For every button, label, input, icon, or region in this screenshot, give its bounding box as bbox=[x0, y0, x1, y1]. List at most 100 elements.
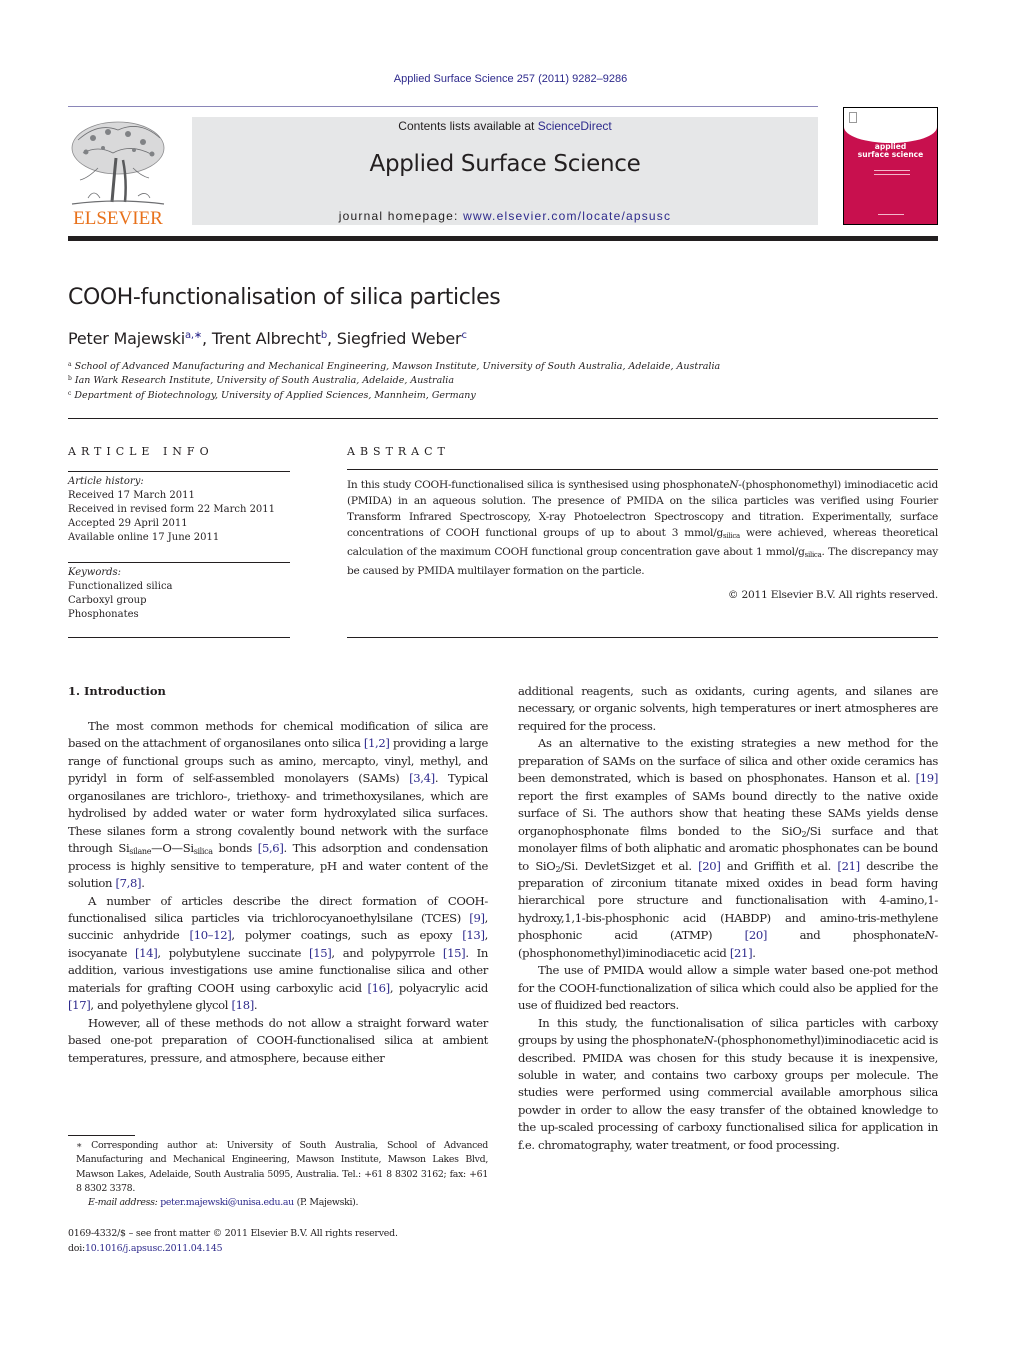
paragraph: The use of PMIDA would allow a simple wa… bbox=[518, 963, 938, 1013]
body-column-left: The most common methods for chemical mod… bbox=[68, 718, 488, 1067]
affiliation-text: School of Advanced Manufacturing and Mec… bbox=[74, 361, 721, 372]
reference-link[interactable]: [15] bbox=[309, 946, 332, 960]
text: A number of articles describe the direct… bbox=[68, 893, 488, 925]
issn-line: 0169-4332/$ – see front matter © 2011 El… bbox=[68, 1228, 398, 1239]
sciencedirect-link[interactable]: ScienceDirect bbox=[538, 119, 612, 133]
journal-homepage-link[interactable]: www.elsevier.com/locate/apsusc bbox=[463, 209, 671, 223]
history-revised: Received in revised form 22 March 2011 bbox=[68, 504, 276, 515]
masthead-bottom-rule bbox=[68, 236, 938, 241]
homepage-prefix: journal homepage: bbox=[338, 209, 464, 223]
author-affiliation-mark[interactable]: c bbox=[461, 330, 467, 341]
email-suffix: (P. Majewski). bbox=[293, 1197, 359, 1209]
article-info-rule bbox=[68, 637, 290, 638]
text: , polymer coatings, such as epoxy bbox=[231, 928, 463, 943]
affiliation-text: Ian Wark Research Institute, University … bbox=[74, 375, 454, 386]
reference-link[interactable]: [10–12] bbox=[190, 928, 232, 942]
affiliation-text: Department of Biotechnology, University … bbox=[74, 390, 476, 401]
reference-link[interactable]: [16] bbox=[367, 981, 390, 995]
body-column-right: additional reagents, such as oxidants, c… bbox=[518, 683, 938, 1154]
footnote-rule bbox=[68, 1135, 135, 1136]
journal-cover-thumbnail[interactable]: applied surface science bbox=[843, 107, 938, 225]
article-history-label: Article history: bbox=[68, 476, 144, 487]
text: . bbox=[752, 945, 756, 960]
cover-fine-text bbox=[878, 214, 904, 215]
affiliation: a School of Advanced Manufacturing and M… bbox=[68, 361, 720, 372]
text: bonds bbox=[212, 841, 258, 856]
reference-link[interactable]: [5,6] bbox=[258, 841, 284, 855]
reference-link[interactable]: [3,4] bbox=[409, 771, 435, 785]
author-name[interactable]: Trent Albrecht bbox=[212, 329, 321, 348]
doi-prefix: doi: bbox=[68, 1243, 86, 1254]
keyword: Carboxyl group bbox=[68, 595, 147, 606]
text: , polyacrylic acid bbox=[389, 980, 489, 995]
article-info-heading: ARTICLE INFO bbox=[68, 445, 214, 458]
affiliation-mark: b bbox=[68, 375, 72, 382]
subscript: silane bbox=[129, 847, 152, 857]
text: , and polypyrrole bbox=[331, 945, 443, 960]
doi-link[interactable]: 10.1016/j.apsusc.2011.04.145 bbox=[85, 1243, 223, 1254]
elsevier-tree-icon bbox=[71, 121, 165, 205]
article-title: COOH-functionalisation of silica particl… bbox=[68, 285, 501, 310]
elsevier-logo[interactable]: ELSEVIER bbox=[68, 118, 168, 230]
journal-masthead: Contents lists available at ScienceDirec… bbox=[192, 117, 818, 225]
paragraph: A number of articles describe the direct… bbox=[68, 893, 488, 1015]
keyword: Functionalized silica bbox=[68, 581, 173, 592]
front-matter-notice: 0169-4332/$ – see front matter © 2011 El… bbox=[68, 1226, 398, 1256]
affiliation-mark: c bbox=[68, 390, 72, 397]
text: . bbox=[141, 876, 145, 891]
author-affiliation-mark[interactable]: a,∗ bbox=[185, 330, 202, 341]
history-online: Available online 17 June 2011 bbox=[68, 532, 220, 543]
paragraph: In this study, the functionalisation of … bbox=[518, 1015, 938, 1155]
author-name[interactable]: Siegfried Weber bbox=[337, 329, 462, 348]
reference-link[interactable]: [18] bbox=[232, 998, 255, 1012]
reference-link[interactable]: [9] bbox=[469, 911, 485, 925]
reference-link[interactable]: [20] bbox=[745, 928, 768, 942]
keywords-label: Keywords: bbox=[68, 567, 122, 578]
corresponding-author-note: ∗ Corresponding author at: University of… bbox=[76, 1140, 488, 1194]
abstract-subscript: silica bbox=[804, 551, 822, 559]
reference-link[interactable]: [14] bbox=[135, 946, 158, 960]
cover-title-line2: surface science bbox=[857, 150, 924, 159]
doi-line: doi:10.1016/j.apsusc.2011.04.145 bbox=[68, 1241, 398, 1256]
reference-link[interactable]: [21] bbox=[730, 946, 753, 960]
reference-link[interactable]: [13] bbox=[462, 928, 485, 942]
cover-fine-text bbox=[874, 170, 910, 171]
reference-link[interactable]: [7,8] bbox=[115, 876, 141, 890]
abstract-heading: ABSTRACT bbox=[347, 445, 450, 458]
reference-link[interactable]: [15] bbox=[443, 946, 466, 960]
reference-link[interactable]: [19] bbox=[916, 771, 939, 785]
email-link[interactable]: peter.majewski@unisa.edu.au bbox=[160, 1197, 294, 1208]
email-label: E-mail address: bbox=[88, 1197, 161, 1209]
abstract-copyright: © 2011 Elsevier B.V. All rights reserved… bbox=[727, 589, 938, 601]
article-info-rule bbox=[68, 562, 290, 563]
keyword: Phosphonates bbox=[68, 609, 139, 620]
reference-link[interactable]: [1,2] bbox=[364, 736, 390, 750]
text: , polybutylene succinate bbox=[157, 945, 310, 960]
abstract-text: N bbox=[729, 479, 739, 491]
reference-link[interactable]: [20] bbox=[698, 859, 721, 873]
reference-link[interactable]: [21] bbox=[837, 859, 860, 873]
paragraph: The most common methods for chemical mod… bbox=[68, 718, 488, 893]
text: /Si. DevletSizget et al. bbox=[560, 858, 699, 873]
history-received: Received 17 March 2011 bbox=[68, 490, 195, 501]
author-name[interactable]: Peter Majewski bbox=[68, 329, 185, 348]
author-separator: , bbox=[202, 329, 212, 348]
front-matter-divider bbox=[68, 418, 938, 419]
italic-text: N bbox=[703, 1033, 714, 1048]
abstract-rule bbox=[347, 469, 938, 470]
history-accepted: Accepted 29 April 2011 bbox=[68, 518, 188, 529]
corresponding-author-footnote: ∗ Corresponding author at: University of… bbox=[68, 1139, 488, 1210]
journal-citation-link[interactable]: Applied Surface Science 257 (2011) 9282–… bbox=[0, 73, 1021, 85]
text: —O—Si bbox=[151, 841, 194, 856]
journal-homepage-line: journal homepage: www.elsevier.com/locat… bbox=[192, 209, 818, 223]
paragraph: However, all of these methods do not all… bbox=[68, 1015, 488, 1065]
affiliation-mark: a bbox=[68, 361, 72, 368]
affiliation: c Department of Biotechnology, Universit… bbox=[68, 390, 476, 401]
author-separator: , bbox=[327, 329, 337, 348]
email-line: E-mail address: peter.majewski@unisa.edu… bbox=[68, 1196, 488, 1210]
cover-fine-text bbox=[874, 174, 910, 175]
abstract-rule bbox=[347, 637, 938, 638]
cover-title: applied surface science bbox=[844, 143, 937, 159]
contents-line: Contents lists available at ScienceDirec… bbox=[192, 119, 818, 133]
reference-link[interactable]: [17] bbox=[68, 998, 91, 1012]
